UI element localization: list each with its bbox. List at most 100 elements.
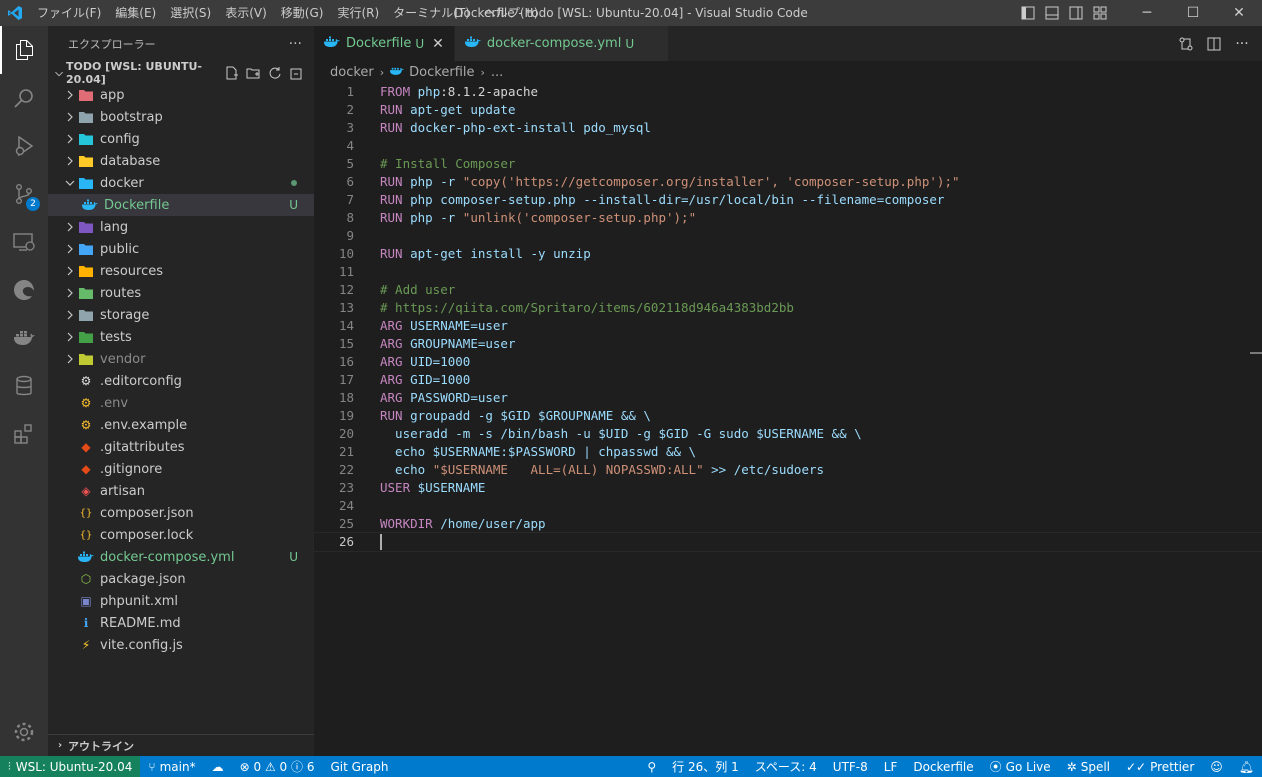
code-line[interactable]: 21 echo $USERNAME:$PASSWORD | chpasswd &… xyxy=(314,443,1262,461)
explorer-icon[interactable] xyxy=(0,26,48,74)
tree-file[interactable]: ⚙ .editorconfig xyxy=(48,370,314,392)
scrollbar-marker[interactable] xyxy=(1250,352,1262,354)
tab-dockerfile[interactable]: Dockerfile U ✕ xyxy=(314,26,455,61)
menu-item[interactable]: ファイル(F) xyxy=(30,0,108,26)
code-line[interactable]: 24 xyxy=(314,497,1262,515)
tree-folder[interactable]: routes xyxy=(48,282,314,304)
menu-item[interactable]: 選択(S) xyxy=(163,0,218,26)
code-line[interactable]: 17 ARG GID=1000 xyxy=(314,371,1262,389)
tree-folder[interactable]: storage xyxy=(48,304,314,326)
outline-section-header[interactable]: › アウトライン xyxy=(48,734,314,756)
code-line[interactable]: 23 USER $USERNAME xyxy=(314,479,1262,497)
close-icon[interactable]: ✕ xyxy=(432,36,444,52)
prettier-button[interactable]: ✓✓ Prettier xyxy=(1118,756,1202,777)
toggle-panel-icon[interactable] xyxy=(1040,0,1064,26)
tree-folder[interactable]: resources xyxy=(48,260,314,282)
code-line[interactable]: 12 # Add user xyxy=(314,281,1262,299)
tree-folder[interactable]: lang xyxy=(48,216,314,238)
manage-gear-icon[interactable] xyxy=(0,708,48,756)
toggle-primary-sidebar-icon[interactable] xyxy=(1016,0,1040,26)
tree-file[interactable]: ⬡ package.json xyxy=(48,568,314,590)
tree-folder[interactable]: docker xyxy=(48,172,314,194)
code-line[interactable]: 4 xyxy=(314,137,1262,155)
code-line[interactable]: 3 RUN docker-php-ext-install pdo_mysql xyxy=(314,119,1262,137)
code-line[interactable]: 15 ARG GROUPNAME=user xyxy=(314,335,1262,353)
new-folder-icon[interactable] xyxy=(242,62,264,84)
code-line[interactable]: 7 RUN php composer-setup.php --install-di… xyxy=(314,191,1262,209)
code-line[interactable]: 19 RUN groupadd -g $GID $GROUPNAME && \ xyxy=(314,407,1262,425)
source-control-icon[interactable]: 2 xyxy=(0,170,48,218)
menu-item[interactable]: 移動(G) xyxy=(274,0,331,26)
code-line[interactable]: 26 xyxy=(313,532,1262,552)
tree-file[interactable]: docker-compose.yml U xyxy=(48,546,314,568)
minimize-button[interactable]: ─ xyxy=(1124,0,1170,26)
feedback-icon[interactable]: ☺ xyxy=(1202,756,1231,777)
code-line[interactable]: 25 WORKDIR /home/user/app xyxy=(314,515,1262,533)
toggle-secondary-sidebar-icon[interactable] xyxy=(1064,0,1088,26)
sync-button[interactable]: ☁ xyxy=(204,756,232,777)
customize-layout-icon[interactable] xyxy=(1088,0,1112,26)
split-editor-icon[interactable] xyxy=(1200,36,1228,52)
close-window-button[interactable]: ✕ xyxy=(1216,0,1262,26)
menu-item[interactable]: 表示(V) xyxy=(218,0,274,26)
code-line[interactable]: 1 FROM php:8.1.2-apache xyxy=(314,83,1262,101)
tree-file[interactable]: ▣ phpunit.xml xyxy=(48,590,314,612)
tree-file[interactable]: ◈ artisan xyxy=(48,480,314,502)
breadcrumb-item[interactable]: ... xyxy=(491,65,503,80)
collapse-all-icon[interactable] xyxy=(286,62,308,84)
tree-file[interactable]: ⚙ .env.example xyxy=(48,414,314,436)
search-icon[interactable] xyxy=(0,74,48,122)
code-line[interactable]: 11 xyxy=(314,263,1262,281)
maximize-button[interactable]: ☐ xyxy=(1170,0,1216,26)
database-icon[interactable] xyxy=(0,362,48,410)
edge-devtools-icon[interactable] xyxy=(0,266,48,314)
tab-docker-compose[interactable]: docker-compose.yml U xyxy=(454,26,670,61)
tree-file[interactable]: ⚡ vite.config.js xyxy=(48,634,314,656)
tree-folder[interactable]: database xyxy=(48,150,314,172)
docker-icon[interactable] xyxy=(0,314,48,362)
workspace-section-header[interactable]: ⌵ TODO [WSL: UBUNTU-20.04] xyxy=(48,60,314,86)
tree-file[interactable]: {} composer.json xyxy=(48,502,314,524)
tree-file[interactable]: ⚙ .env xyxy=(48,392,314,414)
code-line[interactable]: 14 ARG USERNAME=user xyxy=(314,317,1262,335)
more-actions-icon[interactable]: ··· xyxy=(289,36,302,52)
code-line[interactable]: 5 # Install Composer xyxy=(314,155,1262,173)
menu-item[interactable]: ターミナル(T) xyxy=(386,0,477,26)
remote-explorer-icon[interactable] xyxy=(0,218,48,266)
tree-folder[interactable]: app xyxy=(48,84,314,106)
encoding[interactable]: UTF-8 xyxy=(825,756,876,777)
breadcrumb-item[interactable]: docker xyxy=(330,65,374,80)
language-mode[interactable]: Dockerfile xyxy=(905,756,981,777)
tree-folder[interactable]: public xyxy=(48,238,314,260)
spell-button[interactable]: ✲ Spell xyxy=(1059,756,1118,777)
open-changes-icon[interactable] xyxy=(1172,36,1200,52)
branch-indicator[interactable]: ⑂ main* xyxy=(140,756,203,777)
menu-item[interactable]: 実行(R) xyxy=(330,0,386,26)
code-line[interactable]: 2 RUN apt-get update xyxy=(314,101,1262,119)
run-debug-icon[interactable] xyxy=(0,122,48,170)
tree-file[interactable]: {} composer.lock xyxy=(48,524,314,546)
tree-file[interactable]: ◆ .gitattributes xyxy=(48,436,314,458)
tree-file[interactable]: ◆ .gitignore xyxy=(48,458,314,480)
tree-folder[interactable]: config xyxy=(48,128,314,150)
location-pin-icon[interactable]: ⚲ xyxy=(639,756,664,777)
code-editor[interactable]: 1 FROM php:8.1.2-apache 2 RUN apt-get updat… xyxy=(313,83,1262,552)
tree-folder[interactable]: tests xyxy=(48,326,314,348)
remote-indicator[interactable]: ⫶ WSL: Ubuntu-20.04 xyxy=(0,756,141,777)
code-line[interactable]: 10 RUN apt-get install -y unzip xyxy=(314,245,1262,263)
cursor-position[interactable]: 行 26、列 1 xyxy=(664,756,747,777)
tree-folder[interactable]: vendor xyxy=(48,348,314,370)
code-line[interactable]: 22 echo "$USERNAME ALL=(ALL) NOPASSWD:AL… xyxy=(314,461,1262,479)
code-line[interactable]: 18 ARG PASSWORD=user xyxy=(314,389,1262,407)
extensions-icon[interactable] xyxy=(0,410,48,458)
code-line[interactable]: 6 RUN php -r "copy('https://getcomposer.o… xyxy=(314,173,1262,191)
indentation[interactable]: スペース: 4 xyxy=(747,756,825,777)
code-line[interactable]: 8 RUN php -r "unlink('composer-setup.php'… xyxy=(314,209,1262,227)
more-actions-icon[interactable]: ··· xyxy=(1228,36,1256,52)
code-line[interactable]: 16 ARG UID=1000 xyxy=(314,353,1262,371)
code-line[interactable]: 9 xyxy=(314,227,1262,245)
tree-file[interactable]: Dockerfile U xyxy=(48,194,314,216)
refresh-icon[interactable] xyxy=(264,62,286,84)
code-line[interactable]: 13 # https://qiita.com/Spritaro/items/602… xyxy=(314,299,1262,317)
tree-file[interactable]: ℹ README.md xyxy=(48,612,314,634)
